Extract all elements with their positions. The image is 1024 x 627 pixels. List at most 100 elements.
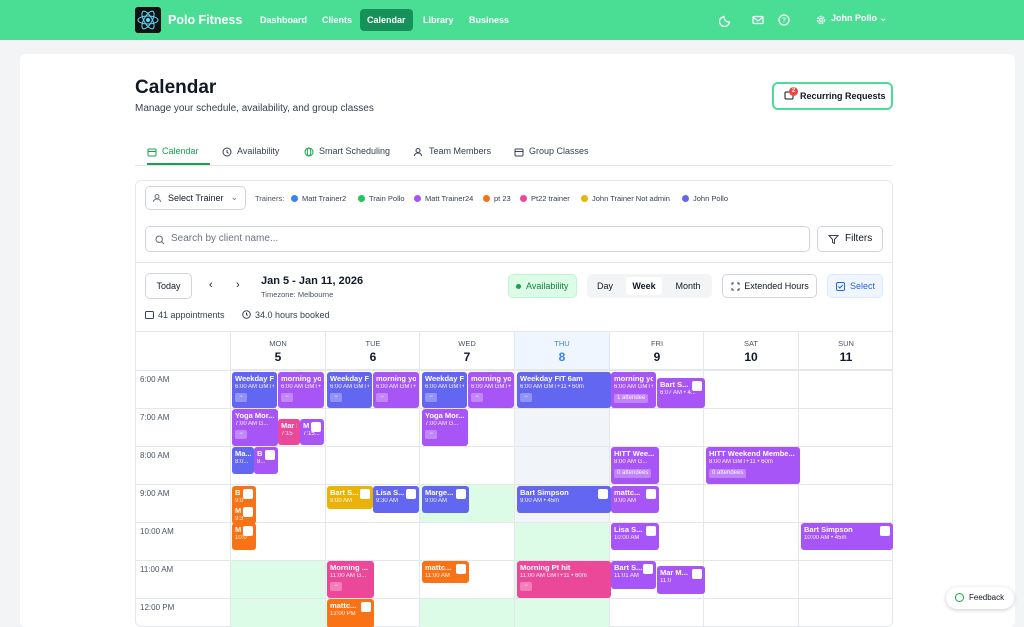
client-search-input[interactable]: Search by client name... <box>145 226 810 252</box>
filters-button[interactable]: Filters <box>817 226 883 252</box>
calendar-event[interactable]: Lisa S... 9:30 AM <box>373 486 419 513</box>
time-label: 10:00 AM <box>140 527 174 536</box>
tab-label: Group Classes <box>529 146 589 156</box>
nav-calendar[interactable]: Calendar <box>360 9 413 31</box>
hours-stat: 34.0 hours booked <box>242 310 330 320</box>
collapse-icon[interactable]: − <box>330 582 342 591</box>
trainer-legend-item[interactable]: John Pollo <box>682 194 728 203</box>
collapse-icon[interactable]: − <box>330 393 342 402</box>
nav-clients[interactable]: Clients <box>315 9 359 31</box>
calendar-event[interactable]: Weekday FIT 6am6:00 AM GMT+11 − <box>232 372 277 408</box>
week-grid: MON 5 TUE 6 WED 7 THU 8 FRI 9 SAT 10 SUN 11 6:00 AM 7:0… <box>135 331 893 627</box>
calendar-event[interactable]: M 7:15... <box>300 419 324 445</box>
view-month[interactable]: Month <box>669 277 707 295</box>
today-button[interactable]: Today <box>145 273 192 299</box>
tab-availability[interactable]: Availability <box>222 143 279 165</box>
calendar-event[interactable]: Yoga Mor... 7:00 AM G... − <box>422 409 468 446</box>
calendar-event[interactable]: M 10:0 <box>232 523 256 550</box>
collapse-icon[interactable]: − <box>235 393 247 402</box>
view-week[interactable]: Week <box>626 277 662 295</box>
tab-smart-scheduling[interactable]: Smart Scheduling <box>304 143 390 165</box>
recurring-requests-button[interactable]: 2 Recurring Requests <box>772 82 893 110</box>
moon-icon[interactable] <box>719 13 733 27</box>
calendar-event[interactable]: morning yoga6:00 AM GMT+11 − <box>373 372 419 408</box>
day-header[interactable]: MON 5 <box>230 332 325 370</box>
calendar-event[interactable]: M 9:3 <box>232 504 256 524</box>
day-header[interactable]: SAT 10 <box>703 332 798 370</box>
calendar-event[interactable]: HITT Weekend Membe... 8:00 AM GMT+11 • 60… <box>706 447 800 484</box>
atom-logo-icon[interactable] <box>135 7 161 33</box>
brand-name[interactable]: Polo Fitness <box>168 13 242 27</box>
trainer-legend-item[interactable]: Matt Trainer2 <box>291 194 346 203</box>
view-day[interactable]: Day <box>591 277 619 295</box>
calendar-event[interactable]: morning yoga6:00 AM GMT+11 − <box>278 372 324 408</box>
gear-icon[interactable] <box>814 13 828 27</box>
trainer-legend-item[interactable]: Matt Trainer24 <box>414 194 473 203</box>
calendar-event[interactable]: mattc... 11:00 AM <box>422 561 469 583</box>
day-header[interactable]: WED 7 <box>419 332 514 370</box>
calendar-event[interactable]: Morning ... 11:00 AM G... − <box>327 561 374 598</box>
nav-dashboard[interactable]: Dashboard <box>253 9 314 31</box>
user-menu[interactable]: John Pollo ⌄ <box>831 13 887 24</box>
collapse-icon[interactable]: − <box>235 430 247 439</box>
collapse-icon[interactable]: − <box>520 582 532 591</box>
day-date: 5 <box>274 350 282 364</box>
calendar-event[interactable]: B 8... <box>254 447 278 474</box>
tab-label: Smart Scheduling <box>319 146 391 156</box>
calendar-event[interactable]: Bart S... 11:01 AM <box>611 561 656 589</box>
chevron-left-icon[interactable]: ‹ <box>209 279 213 291</box>
trainer-legend-item[interactable]: Pt22 trainer <box>520 194 570 203</box>
select-trainer-dropdown[interactable]: Select Trainer ⌄ <box>145 186 246 210</box>
calendar-event[interactable]: mattc... 9:00 AM <box>611 486 659 513</box>
help-icon[interactable]: ? <box>777 13 791 27</box>
select-button[interactable]: Select <box>827 274 883 298</box>
mail-icon[interactable] <box>751 13 765 27</box>
collapse-icon[interactable]: − <box>471 393 483 402</box>
event-title: Morning Pt hit <box>520 563 571 572</box>
tab-calendar[interactable]: Calendar <box>147 143 210 165</box>
day-header[interactable]: THU 8 <box>514 332 609 370</box>
checkbox-icon <box>836 282 845 291</box>
collapse-icon[interactable]: − <box>281 393 293 402</box>
calendar-event[interactable]: Mar M... 11:0 <box>657 566 705 594</box>
tab-group-classes[interactable]: Group Classes <box>514 143 589 165</box>
collapse-icon[interactable]: − <box>376 393 388 402</box>
extended-hours-label: Extended Hours <box>744 281 809 291</box>
availability-toggle[interactable]: Availability <box>508 274 577 298</box>
day-header[interactable]: FRI 9 <box>609 332 704 370</box>
calendar-event[interactable]: HITT Wee... 8:00 AM G... 0 attendees <box>611 447 659 484</box>
time-label: 6:00 AM <box>140 375 170 384</box>
trainer-legend-item[interactable]: John Trainer Not admin <box>581 194 670 203</box>
tab-team-members[interactable]: Team Members <box>414 143 491 165</box>
collapse-icon[interactable]: − <box>425 393 437 402</box>
calendar-event[interactable]: Ma... 8:0... <box>232 447 254 474</box>
feedback-button[interactable]: Feedback <box>946 587 1014 609</box>
calendar-event[interactable]: Bart Simpson 10:00 AM • 45m <box>801 523 893 550</box>
day-header[interactable]: SUN 11 <box>798 332 893 370</box>
calendar-event[interactable]: Bart S... 6:07 AM • 4... <box>657 378 705 408</box>
calendar-event[interactable]: Weekday FIT 6am 6:00 AM GMT+11 • 60m − <box>517 372 611 408</box>
trainer-legend-item[interactable]: Train Pollo <box>358 194 405 203</box>
calendar-event[interactable]: Yoga Mor... 7:00 AM G... − <box>232 409 278 446</box>
calendar-event[interactable]: morning yoga6:00 AM GMT+11 − <box>468 372 514 408</box>
nav-business[interactable]: Business <box>462 9 516 31</box>
collapse-icon[interactable]: − <box>425 430 437 439</box>
extended-hours-button[interactable]: Extended Hours <box>722 274 817 298</box>
calendar-event[interactable]: Morning Pt hit 11:00 AM GMT+11 • 60m − <box>517 561 611 598</box>
event-time: 8:00 AM G... <box>614 459 648 465</box>
calendar-event[interactable]: Mar M7:15 <box>278 419 300 445</box>
clock-icon <box>242 310 251 319</box>
calendar-event[interactable]: Weekday FIT 6am6:00 AM GMT+11 − <box>422 372 467 408</box>
collapse-icon[interactable]: − <box>520 393 532 402</box>
trainer-legend-item[interactable]: pt 23 <box>483 194 511 203</box>
calendar-event[interactable]: Bart Simpson 9:00 AM • 45m <box>517 486 611 513</box>
calendar-event[interactable]: morning yoga6:00 AM GMT+11 1 attendee <box>611 372 656 408</box>
calendar-event[interactable]: Bart S... 9:00 AM <box>327 486 373 509</box>
calendar-event[interactable]: mattc... 12:00 PM <box>327 599 374 627</box>
chevron-right-icon[interactable]: › <box>236 279 240 291</box>
nav-library[interactable]: Library <box>416 9 461 31</box>
day-header[interactable]: TUE 6 <box>325 332 420 370</box>
calendar-event[interactable]: Lisa S... 10:00 AM <box>611 523 659 550</box>
calendar-event[interactable]: Weekday FIT 6am6:00 AM GMT+11 − <box>327 372 372 408</box>
calendar-event[interactable]: Marge... 9:00 AM <box>422 486 469 513</box>
